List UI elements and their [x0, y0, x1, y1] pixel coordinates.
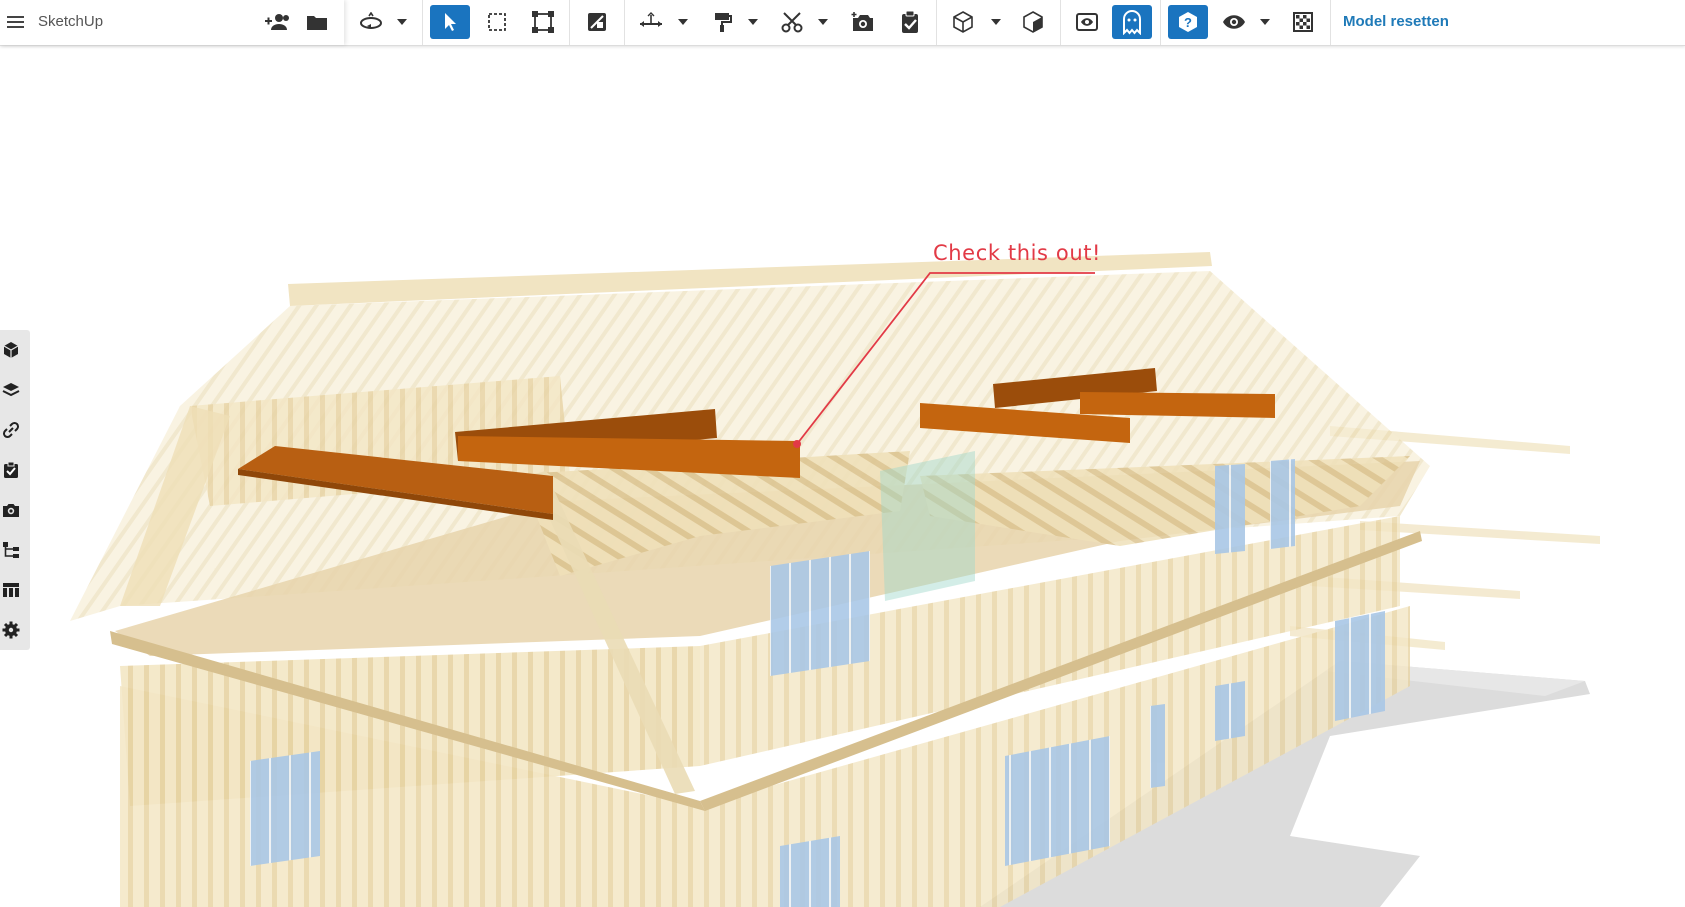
orbit-tool-button[interactable] — [356, 5, 386, 39]
scale-tool-button[interactable] — [526, 5, 560, 39]
visibility-dropdown-caret[interactable] — [1258, 5, 1272, 39]
chevron-down-icon — [818, 19, 828, 25]
hamburger-menu-icon[interactable] — [6, 12, 26, 32]
cut-tool-button[interactable] — [775, 5, 809, 39]
toolbar-divider — [1330, 0, 1331, 45]
add-scene-button[interactable] — [846, 5, 880, 39]
annotation-label[interactable]: Check this out! — [933, 241, 1101, 265]
layers-icon — [2, 383, 20, 397]
scissors-icon — [781, 12, 803, 33]
cut-dropdown-caret[interactable] — [816, 5, 830, 39]
annotation-anchor-dot — [793, 440, 801, 448]
hierarchy-icon — [3, 542, 19, 558]
select-arrow-icon — [445, 13, 456, 31]
clipboard-check-icon — [902, 10, 918, 33]
side-report-button[interactable] — [1, 580, 21, 600]
ghost-mode-button[interactable] — [1112, 5, 1152, 39]
selection-box-icon — [488, 13, 506, 31]
chevron-down-icon — [397, 19, 407, 25]
views-dropdown-caret[interactable] — [989, 5, 1003, 39]
toolbar-divider — [1160, 0, 1161, 45]
model-reset-link[interactable]: Model resetten — [1343, 13, 1449, 30]
orbit-dropdown-caret[interactable] — [395, 5, 409, 39]
box-view-icon — [1023, 11, 1043, 33]
side-scenes-button[interactable] — [1, 500, 21, 520]
side-panel — [0, 330, 30, 650]
toolbar-divider — [936, 0, 937, 45]
section-plane-button[interactable] — [580, 5, 614, 39]
chevron-down-icon — [678, 19, 688, 25]
dimension-icon — [640, 12, 662, 27]
svg-text:?: ? — [1184, 15, 1192, 30]
display-style-button[interactable] — [1286, 5, 1320, 39]
toolbar-divider — [1060, 0, 1061, 45]
paint-tool-button[interactable] — [705, 5, 739, 39]
toolbar-divider — [624, 0, 625, 45]
add-user-button[interactable] — [262, 5, 292, 39]
scale-bounding-icon — [532, 11, 554, 33]
xray-button[interactable] — [1070, 5, 1104, 39]
dimension-dropdown-caret[interactable] — [676, 5, 690, 39]
cube-icon — [953, 11, 973, 33]
visibility-button[interactable] — [1217, 5, 1251, 39]
side-links-button[interactable] — [1, 420, 21, 440]
ghost-icon — [1123, 10, 1141, 35]
side-outliner-button[interactable] — [1, 540, 21, 560]
help-icon: ? — [1179, 12, 1197, 32]
xray-icon — [1076, 13, 1098, 31]
folder-icon — [307, 16, 327, 30]
app-header: SketchUp — [0, 0, 344, 45]
add-user-icon — [265, 14, 289, 30]
standard-views-button[interactable] — [946, 5, 980, 39]
orbit-icon — [360, 12, 382, 29]
side-tasks-button[interactable] — [1, 460, 21, 480]
paint-roller-icon — [715, 13, 732, 32]
table-icon — [3, 583, 19, 597]
chevron-down-icon — [991, 19, 1001, 25]
select-tool-button[interactable] — [430, 5, 470, 39]
chevron-down-icon — [748, 19, 758, 25]
side-settings-button[interactable] — [1, 620, 21, 640]
clipboard-check-icon — [4, 461, 18, 478]
eye-icon — [1223, 15, 1245, 29]
side-layers-button[interactable] — [1, 380, 21, 400]
perspective-button[interactable] — [1016, 5, 1050, 39]
side-components-button[interactable] — [1, 340, 21, 360]
top-toolbar: SketchUp ? Model resetten — [0, 0, 1685, 46]
checkerboard-icon — [1293, 12, 1313, 32]
model-viewport[interactable]: Check this out! — [0, 46, 1685, 907]
settings-gear-icon — [2, 621, 20, 639]
toolbar-divider — [422, 0, 423, 45]
building-model-render[interactable] — [0, 46, 1685, 907]
paint-dropdown-caret[interactable] — [746, 5, 760, 39]
open-folder-button[interactable] — [302, 5, 332, 39]
chevron-down-icon — [1260, 19, 1270, 25]
dimension-tool-button[interactable] — [634, 5, 668, 39]
camera-plus-icon — [851, 12, 873, 31]
link-icon — [2, 421, 20, 439]
toolbar-divider — [569, 0, 570, 45]
camera-icon — [3, 504, 19, 517]
tasks-button[interactable] — [893, 5, 927, 39]
app-title: SketchUp — [38, 13, 104, 30]
component-cube-icon — [3, 342, 19, 358]
help-button[interactable]: ? — [1168, 5, 1208, 39]
selection-box-button[interactable] — [480, 5, 514, 39]
section-plane-icon — [588, 13, 606, 31]
